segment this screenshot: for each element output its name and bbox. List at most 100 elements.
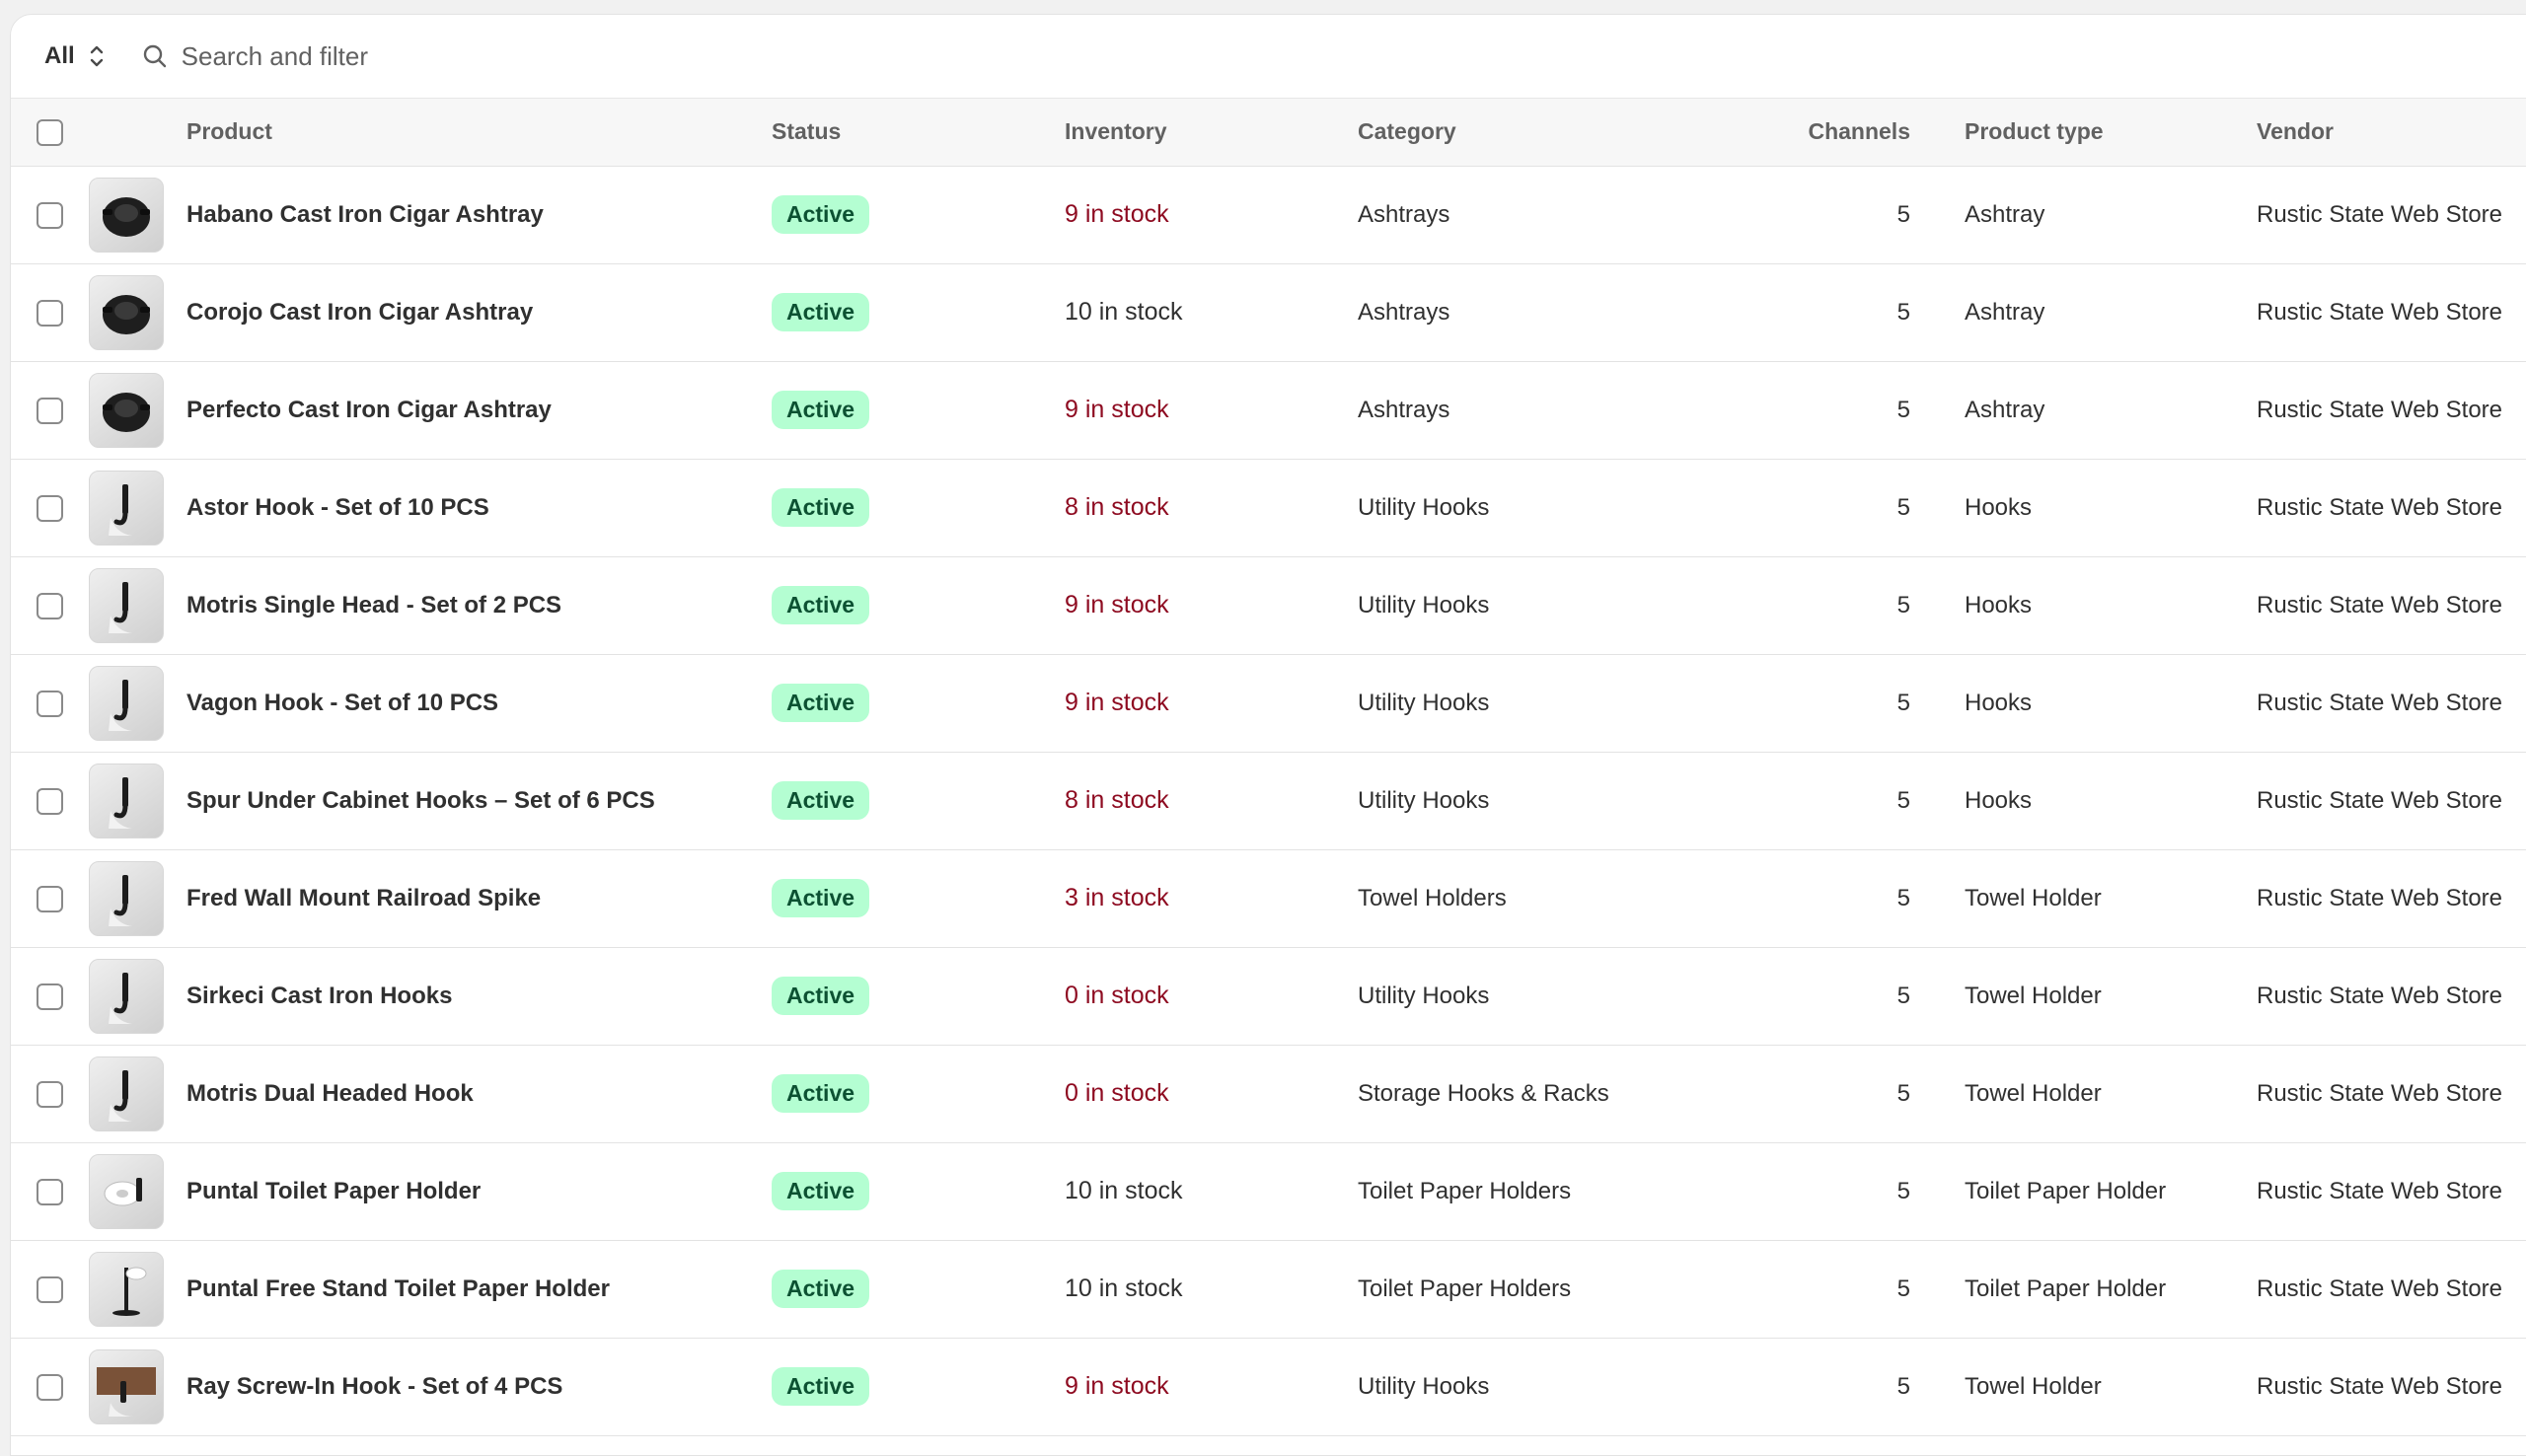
- product-thumbnail[interactable]: [89, 372, 164, 448]
- table-row[interactable]: Perfecto Cast Iron Cigar Ashtray Active 9 …: [11, 361, 2526, 459]
- row-checkbox[interactable]: [37, 1373, 63, 1401]
- product-thumbnail[interactable]: [89, 665, 164, 741]
- inventory-count: 10 in stock: [1065, 1177, 1183, 1204]
- product-thumbnail[interactable]: [89, 1348, 164, 1424]
- product-name-link[interactable]: Sirkeci Cast Iron Hooks: [186, 983, 452, 1009]
- channels-count: 5: [1896, 200, 1910, 228]
- product-name-link[interactable]: Vagon Hook - Set of 10 PCS: [186, 690, 498, 716]
- status-badge: Active: [772, 391, 870, 429]
- table-row[interactable]: Ray Screw-In Hook - Set of 4 PCS Active 9 …: [11, 1338, 2526, 1435]
- inventory-count: 10 in stock: [1065, 1274, 1183, 1302]
- row-checkbox[interactable]: [37, 397, 63, 424]
- product-name-link[interactable]: Motris Single Head - Set of 2 PCS: [186, 592, 561, 619]
- product-type-cell: Ashtray: [1965, 200, 2045, 228]
- table-row[interactable]: Motris Dual Headed Hook Active 0 in stock S…: [11, 1045, 2526, 1142]
- category-cell: Utility Hooks: [1358, 982, 1490, 1009]
- row-checkbox[interactable]: [37, 299, 63, 327]
- vendor-cell: Rustic State Web Store: [2257, 591, 2502, 619]
- product-thumbnail[interactable]: [89, 1251, 164, 1327]
- product-name-link[interactable]: Habano Cast Iron Cigar Ashtray: [186, 201, 544, 228]
- column-header-status[interactable]: Status: [772, 99, 1065, 166]
- channels-count: 5: [1896, 493, 1910, 521]
- inventory-count: 8 in stock: [1065, 786, 1169, 814]
- channels-count: 5: [1896, 1079, 1910, 1107]
- table-row[interactable]: Astor Hook - Set of 10 PCS Active 8 in sto…: [11, 459, 2526, 556]
- column-header-product-type[interactable]: Product type: [1965, 99, 2257, 166]
- category-cell: Utility Hooks: [1358, 786, 1490, 814]
- row-checkbox[interactable]: [37, 201, 63, 229]
- product-thumbnail[interactable]: [89, 958, 164, 1034]
- table-row[interactable]: Motris Single Head - Set of 2 PCS Active 9…: [11, 556, 2526, 654]
- table-row[interactable]: Vagon Hook - Set of 10 PCS Active 9 in sto…: [11, 654, 2526, 752]
- select-all-checkbox[interactable]: [37, 118, 63, 146]
- product-thumbnail[interactable]: [89, 763, 164, 838]
- product-name-link[interactable]: Puntal Toilet Paper Holder: [186, 1178, 481, 1204]
- vendor-cell: Rustic State Web Store: [2257, 689, 2502, 716]
- table-row[interactable]: Puntal Free Stand Toilet Paper Holder Act…: [11, 1240, 2526, 1338]
- vendor-cell: Rustic State Web Store: [2257, 1079, 2502, 1107]
- column-header-product[interactable]: Product: [186, 99, 772, 166]
- product-thumbnail[interactable]: [89, 860, 164, 936]
- category-cell: Storage Hooks & Racks: [1358, 1079, 1609, 1107]
- inventory-count: 10 in stock: [1065, 298, 1183, 326]
- table-row[interactable]: Spur Under Cabinet Hooks – Set of 6 PCS A…: [11, 752, 2526, 849]
- status-badge: Active: [772, 879, 870, 917]
- row-checkbox[interactable]: [37, 787, 63, 815]
- channels-count: 5: [1896, 689, 1910, 716]
- product-thumbnail[interactable]: [89, 177, 164, 253]
- product-name-link[interactable]: Ray Screw-In Hook - Set of 4 PCS: [186, 1373, 562, 1400]
- search-icon: [143, 44, 166, 68]
- inventory-count: 9 in stock: [1065, 591, 1169, 619]
- table-row[interactable]: Corojo Cast Iron Cigar Ashtray Active 10 i…: [11, 263, 2526, 361]
- view-label: All: [44, 42, 75, 69]
- product-type-cell: Hooks: [1965, 591, 2033, 619]
- category-cell: Utility Hooks: [1358, 493, 1490, 521]
- product-name-link[interactable]: Corojo Cast Iron Cigar Ashtray: [186, 299, 533, 326]
- product-type-cell: Towel Holder: [1965, 1372, 2102, 1400]
- product-thumbnail[interactable]: [89, 567, 164, 643]
- product-name-link[interactable]: Motris Dual Headed Hook: [186, 1080, 474, 1107]
- table-header-row: Product Status Inventory Category Channe…: [11, 99, 2526, 166]
- product-type-cell: Toilet Paper Holder: [1965, 1177, 2167, 1204]
- row-checkbox[interactable]: [37, 1275, 63, 1303]
- channels-count: 5: [1896, 1177, 1910, 1204]
- row-checkbox[interactable]: [37, 690, 63, 717]
- table-row[interactable]: Fred Wall Mount Railroad Spike Active 3 in…: [11, 849, 2526, 947]
- search-filter-input[interactable]: Search and filter: [142, 41, 368, 72]
- vendor-cell: Rustic State Web Store: [2257, 1372, 2502, 1400]
- inventory-count: 0 in stock: [1065, 1079, 1169, 1107]
- row-checkbox[interactable]: [37, 1080, 63, 1108]
- product-name-link[interactable]: Puntal Free Stand Toilet Paper Holder: [186, 1275, 610, 1302]
- product-type-cell: Hooks: [1965, 786, 2033, 814]
- column-header-channels[interactable]: Channels: [1772, 99, 1910, 166]
- status-badge: Active: [772, 977, 870, 1015]
- row-checkbox[interactable]: [37, 1178, 63, 1205]
- filter-bar: All Search and filter: [11, 15, 2526, 99]
- table-row[interactable]: Sirkeci Cast Iron Hooks Active 0 in stock U…: [11, 947, 2526, 1045]
- status-badge: Active: [772, 1172, 870, 1210]
- row-checkbox[interactable]: [37, 885, 63, 912]
- table-row[interactable]: Habano Cast Iron Cigar Ashtray Active 9 in…: [11, 166, 2526, 263]
- vendor-cell: Rustic State Web Store: [2257, 982, 2502, 1009]
- product-name-link[interactable]: Astor Hook - Set of 10 PCS: [186, 494, 489, 521]
- product-type-cell: Towel Holder: [1965, 884, 2102, 911]
- product-thumbnail[interactable]: [89, 470, 164, 546]
- product-thumbnail[interactable]: [89, 1056, 164, 1131]
- chevron-up-down-icon: [90, 45, 103, 67]
- column-header-vendor[interactable]: Vendor: [2257, 99, 2526, 166]
- row-checkbox[interactable]: [37, 494, 63, 522]
- inventory-count: 8 in stock: [1065, 493, 1169, 521]
- product-name-link[interactable]: Perfecto Cast Iron Cigar Ashtray: [186, 397, 552, 423]
- product-name-link[interactable]: Fred Wall Mount Railroad Spike: [186, 885, 541, 911]
- product-thumbnail[interactable]: [89, 274, 164, 350]
- column-header-category[interactable]: Category: [1358, 99, 1772, 166]
- product-thumbnail[interactable]: [89, 1153, 164, 1229]
- row-checkbox[interactable]: [37, 592, 63, 619]
- category-cell: Utility Hooks: [1358, 591, 1490, 619]
- product-name-link[interactable]: Spur Under Cabinet Hooks – Set of 6 PCS: [186, 787, 655, 814]
- column-header-inventory[interactable]: Inventory: [1065, 99, 1358, 166]
- product-type-cell: Hooks: [1965, 689, 2033, 716]
- row-checkbox[interactable]: [37, 983, 63, 1010]
- table-row[interactable]: Puntal Toilet Paper Holder Active 10 in st…: [11, 1142, 2526, 1240]
- view-selector[interactable]: All: [44, 42, 105, 70]
